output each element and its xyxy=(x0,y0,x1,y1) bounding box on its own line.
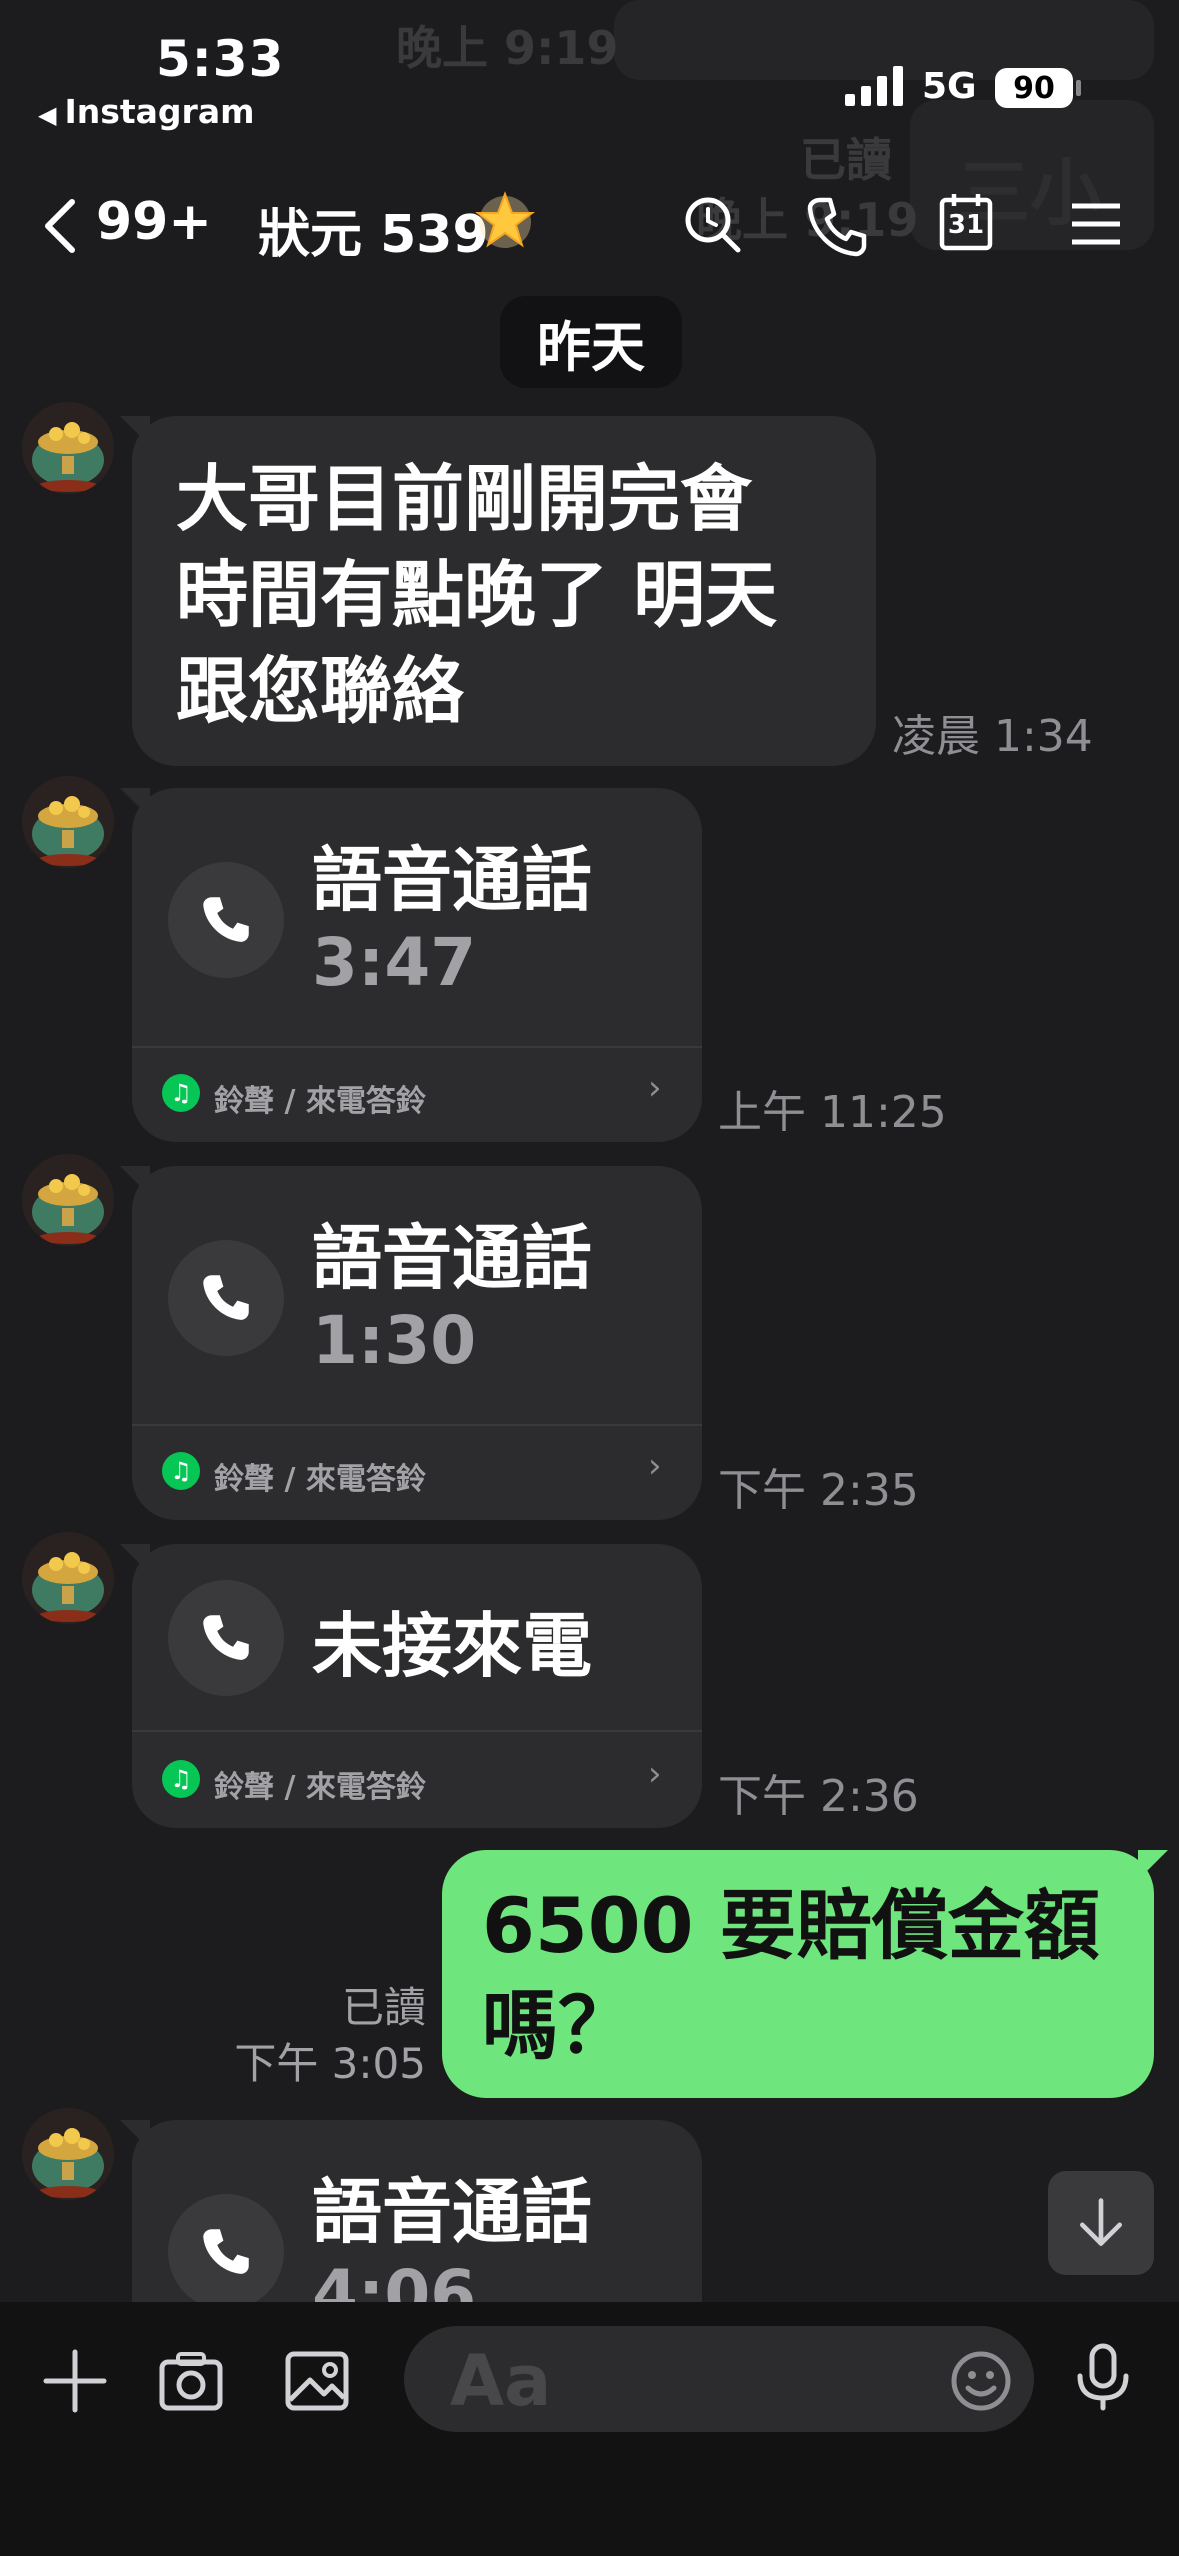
date-label: 昨天 xyxy=(537,315,645,379)
message-time: 下午 2:36 xyxy=(718,1771,919,1822)
camera-icon[interactable] xyxy=(156,2346,226,2416)
phone-icon xyxy=(168,1240,284,1356)
message-input-placeholder: Aa xyxy=(450,2340,552,2422)
call-duration: 3:47 xyxy=(312,924,477,1001)
call-title: 語音通話 xyxy=(312,1217,592,1299)
date-separator: 昨天 xyxy=(500,296,682,388)
music-note-icon: ♫ xyxy=(162,1452,200,1490)
call-title: 語音通話 xyxy=(312,839,592,921)
card-divider xyxy=(132,1046,702,1048)
chevron-right-icon: › xyxy=(648,1446,662,1486)
unread-count: 99+ xyxy=(96,192,212,252)
message-line: 嗎？ xyxy=(482,1981,634,2070)
voice-call-card[interactable]: 語音通話 1:30 ♫ 鈴聲 / 來電答鈴 › xyxy=(132,1166,702,1520)
ringtone-link[interactable]: 鈴聲 / 來電答鈴 xyxy=(214,1454,426,1498)
battery-nub xyxy=(1076,80,1081,96)
call-title: 未接來電 xyxy=(312,1605,592,1687)
bubble-tail xyxy=(1138,1850,1168,1880)
missed-call-card[interactable]: 未接來電 ♫ 鈴聲 / 來電答鈴 › xyxy=(132,1544,702,1828)
phone-icon xyxy=(168,1580,284,1696)
message-time: 凌晨 1:34 xyxy=(892,711,1093,762)
calendar-icon[interactable]: 31 xyxy=(934,190,998,254)
avatar[interactable] xyxy=(22,1154,114,1246)
message-time: 上午 11:25 xyxy=(718,1087,947,1138)
status-time: 5:33 xyxy=(156,30,285,88)
card-divider xyxy=(132,1730,702,1732)
message-time: 下午 2:35 xyxy=(718,1465,919,1516)
ringtone-link[interactable]: 鈴聲 / 來電答鈴 xyxy=(214,1076,426,1120)
chevron-right-icon: › xyxy=(648,1068,662,1108)
incoming-message-bubble[interactable]: 大哥目前剛開完會 時間有點晚了 明天 跟您聯絡 xyxy=(132,416,876,766)
voice-call-card[interactable]: 語音通話 3:47 ♫ 鈴聲 / 來電答鈴 › xyxy=(132,788,702,1142)
message-line: 6500 要賠償金額 xyxy=(482,1881,1100,1970)
ringtone-link[interactable]: 鈴聲 / 來電答鈴 xyxy=(214,1762,426,1806)
message-line: 大哥目前剛開完會 xyxy=(176,457,753,541)
card-divider xyxy=(132,1424,702,1426)
signal-icon xyxy=(845,66,903,106)
phone-icon[interactable] xyxy=(806,194,870,258)
phone-icon xyxy=(168,862,284,978)
back-triangle-icon: ◀ xyxy=(38,101,57,129)
call-duration: 1:30 xyxy=(312,1302,477,1379)
network-label: 5G xyxy=(922,66,977,107)
search-clock-icon[interactable] xyxy=(680,192,744,256)
plus-icon[interactable] xyxy=(40,2346,110,2416)
avatar[interactable] xyxy=(22,2108,114,2200)
glowing-star-icon xyxy=(475,191,535,248)
chat-title[interactable]: 狀元 539 xyxy=(258,192,489,267)
avatar[interactable] xyxy=(22,776,114,868)
menu-icon[interactable] xyxy=(1064,192,1128,256)
calendar-day: 31 xyxy=(947,210,985,240)
chevron-right-icon: › xyxy=(648,1754,662,1794)
read-receipt: 已讀 xyxy=(341,1983,426,2032)
avatar[interactable] xyxy=(22,402,114,494)
music-note-icon: ♫ xyxy=(162,1760,200,1798)
mic-icon[interactable] xyxy=(1068,2342,1138,2412)
message-time: 下午 3:05 xyxy=(234,2039,426,2088)
battery-level: 90 xyxy=(1013,70,1055,106)
outgoing-message-bubble[interactable]: 6500 要賠償金額 嗎？ xyxy=(442,1850,1154,2098)
emoji-icon[interactable] xyxy=(946,2346,1016,2416)
image-icon[interactable] xyxy=(282,2346,352,2416)
scroll-to-bottom-button[interactable] xyxy=(1048,2171,1154,2275)
ghost-time-1: 晚上 9:19 xyxy=(396,21,619,75)
message-line: 跟您聯絡 xyxy=(176,649,465,733)
back-app-label: Instagram xyxy=(64,92,255,131)
message-line: 時間有點晚了 明天 xyxy=(176,553,778,637)
battery-indicator: 90 xyxy=(995,68,1073,108)
phone-icon xyxy=(168,2194,284,2310)
ghost-read: 已讀 xyxy=(800,133,892,187)
avatar[interactable] xyxy=(22,1532,114,1624)
back-to-app-link[interactable]: ◀ Instagram xyxy=(38,92,254,131)
back-chevron-icon[interactable] xyxy=(36,196,86,256)
arrow-down-icon xyxy=(1080,2198,1122,2246)
call-title: 語音通話 xyxy=(312,2171,592,2253)
music-note-icon: ♫ xyxy=(162,1074,200,1112)
